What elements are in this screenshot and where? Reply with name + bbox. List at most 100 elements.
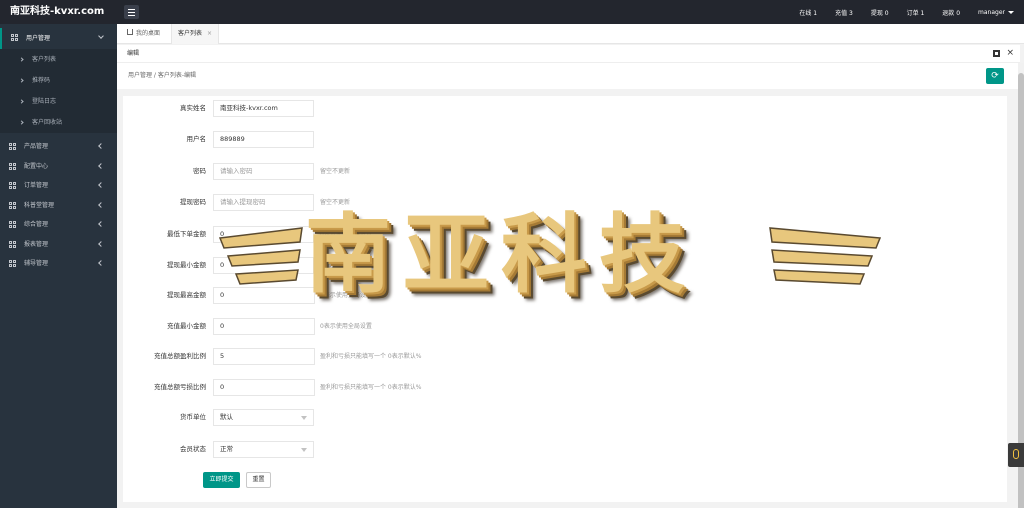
chevron-right-icon [19,57,24,62]
field-hint: 盈利和亏损只能填写一个 0表示默认% [320,384,422,391]
field-label: 会员状态 [180,445,206,453]
edit-form: 真实姓名 南亚科技-kvxr.com 用户名 889889 密码 请输入密码 留… [123,96,1007,502]
chevron-left-icon [98,221,104,227]
submit-button[interactable]: 立即提交 [203,472,240,488]
chevron-left-icon [98,260,104,266]
tab-label: 我的桌面 [136,30,161,37]
brand-logo-text[interactable]: 南亚科技-kvxr.com [0,0,117,24]
grid-icon [11,34,18,41]
select-value: 默认 [220,413,233,421]
chevron-left-icon [98,201,104,208]
field-label: 货币单位 [180,413,206,421]
breadcrumb: 用户管理 / 客户列表-编辑 [128,72,197,79]
sidebar-group-label: 综合管理 [24,221,49,228]
field-hint: 0表示使用全局设置 [320,231,372,238]
maximize-icon[interactable] [993,50,1001,57]
username-input[interactable]: 889889 [213,131,314,148]
user-name: manager [978,8,1005,16]
sidebar-group-label: 配置中心 [24,162,49,170]
floating-tool-button[interactable] [1008,443,1024,467]
menu-toggle-button[interactable] [124,5,139,19]
chevron-left-icon [98,240,104,247]
user-menu[interactable]: manager [969,9,1014,16]
stat-online[interactable]: 在线 1 [790,8,826,17]
tab-bar: 我的桌面 客户列表 × [117,24,1024,44]
field-label: 充值总额亏损比例 [154,383,206,391]
refresh-button[interactable]: ⟳ [986,68,1004,84]
sidebar-group-science[interactable]: 科普堂管理 [0,196,117,216]
field-hint: 0表示使用全局设置 [320,323,372,330]
sidebar-group-tutoring[interactable]: 辅导管理 [0,254,117,274]
sidebar-item-referral-code[interactable]: 推荐码 [0,70,117,91]
field-label: 提现最小金额 [167,261,206,269]
tab-close-icon[interactable]: × [207,30,212,37]
grid-icon [9,201,16,209]
form-row-profit-ratio: 充值总额盈利比例 5 盈利和亏损只能填写一个 0表示默认% [123,348,1007,365]
sidebar-item-customer-list[interactable]: 客户列表 [0,49,117,70]
sidebar-item-label: 推荐码 [32,77,51,84]
sidebar-item-label: 客户列表 [32,56,57,63]
breadcrumb-bar: 用户管理 / 客户列表-编辑 ⟳ [117,63,1020,89]
real-name-input[interactable]: 南亚科技-kvxr.com [213,100,314,117]
grid-icon [9,162,16,170]
sidebar-group-config[interactable]: 配置中心 [0,157,117,177]
chevron-left-icon [98,143,104,149]
loss-ratio-input[interactable]: 0 [213,379,315,396]
field-label: 提现最高金额 [167,291,206,299]
form-row-member-status: 会员状态 正常 [123,441,1007,458]
sidebar-group-general[interactable]: 综合管理 [0,215,117,235]
stat-refunds[interactable]: 退款 0 [933,8,969,17]
tab-label: 客户列表 [178,30,203,37]
sidebar-group-orders[interactable]: 订单管理 [0,176,117,196]
caret-down-icon [1008,10,1014,14]
placeholder-text: 请输入提现密码 [220,198,266,206]
sidebar-group-label: 科普堂管理 [24,201,55,209]
min-withdraw-input[interactable]: 0 [213,257,314,274]
min-order-input[interactable]: 0 [213,226,314,243]
password-input[interactable]: 请输入密码 [213,163,314,180]
scrollbar[interactable] [1018,63,1024,508]
sidebar-item-label: 客户回收站 [32,119,63,126]
form-row-username: 用户名 889889 [123,131,1007,148]
field-label: 密码 [193,167,206,175]
member-status-select[interactable]: 正常 [213,441,314,458]
form-row-min-order: 最低下单金额 0 0表示使用全局设置 [123,226,1007,243]
max-withdraw-input[interactable]: 0 [213,287,315,304]
currency-select[interactable]: 默认 [213,409,314,426]
chevron-left-icon [98,182,104,188]
min-recharge-input[interactable]: 0 [213,318,315,335]
form-row-currency: 货币单位 默认 [123,409,1007,426]
close-icon[interactable]: × [1006,49,1014,58]
sidebar-item-customer-recycle[interactable]: 客户回收站 [0,112,117,133]
form-row-min-withdraw: 提现最小金额 0 0表示使用全局设置 [123,257,1007,274]
grid-icon [9,221,16,228]
withdraw-password-input[interactable]: 请输入提现密码 [213,194,314,211]
field-hint: 留空不更新 [320,168,351,175]
tab-customer-list[interactable]: 客户列表 × [171,24,220,44]
sidebar-item-login-log[interactable]: 登陆日志 [0,91,117,112]
panel-title: 编辑 [127,50,140,57]
form-row-password: 密码 请输入密码 留空不更新 [123,163,1007,180]
field-hint: 0表示使用全局设置 [320,292,372,299]
dropdown-arrow-icon [301,448,307,452]
menu-icon-line [128,15,135,16]
sidebar-group-reports[interactable]: 报表管理 [0,235,117,255]
sidebar-group-label: 报表管理 [24,240,49,248]
field-label: 真实姓名 [180,104,206,112]
stat-orders[interactable]: 订单 1 [898,8,934,17]
profit-ratio-input[interactable]: 5 [213,348,315,365]
sidebar-group-products[interactable]: 产品管理 [0,137,117,157]
reset-button[interactable]: 重置 [246,472,271,488]
sidebar-group-label: 辅导管理 [24,260,49,267]
field-label: 最低下单金额 [167,230,206,238]
stat-recharge[interactable]: 充值 3 [826,8,862,17]
sidebar: 用户管理 客户列表 推荐码 登陆日志 客户回收站 产品管理 配置中心 订单管理 … [0,24,117,508]
sidebar-group-user-management[interactable]: 用户管理 [0,28,117,49]
sidebar-group-label: 产品管理 [24,143,49,150]
form-row-max-withdraw: 提现最高金额 0 0表示使用全局设置 [123,287,1007,304]
select-value: 正常 [220,445,233,453]
stat-withdraw[interactable]: 提现 0 [862,8,898,17]
field-label: 充值总额盈利比例 [154,352,206,360]
menu-icon-line [128,12,135,13]
tab-my-desktop[interactable]: 我的桌面 [121,24,166,44]
